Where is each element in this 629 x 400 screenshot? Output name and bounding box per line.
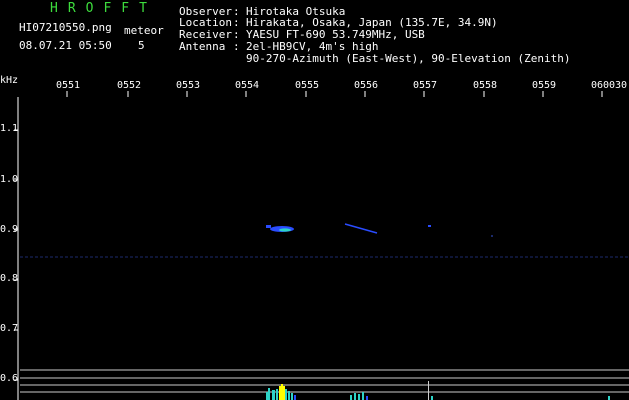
level-bar (285, 389, 287, 400)
level-bar (272, 390, 275, 400)
signal-level-bars (266, 381, 610, 400)
level-bar (608, 396, 610, 400)
meteor-echoes (266, 223, 493, 237)
level-bar (281, 384, 283, 400)
meteor-echo-dot (491, 235, 493, 237)
spectrogram-plot (14, 91, 629, 400)
level-bar (362, 392, 364, 400)
meteor-echo-head (266, 225, 271, 228)
meteor-echo-core (279, 228, 291, 232)
level-bar (283, 386, 285, 400)
level-bar (358, 394, 360, 400)
level-bar (266, 392, 268, 400)
level-bar (366, 396, 368, 400)
level-bar (428, 381, 429, 400)
meteor-echo-trail (344, 223, 378, 234)
meteor-echo-dot (428, 225, 431, 227)
freq-axis-ticks (14, 129, 18, 381)
level-bar (291, 393, 293, 400)
level-bar (279, 386, 281, 400)
level-bar (431, 396, 433, 400)
level-lines (20, 369, 629, 393)
level-bar (276, 389, 278, 400)
level-bar (350, 395, 352, 400)
time-axis-ticks (66, 91, 603, 97)
level-bar (354, 393, 356, 400)
level-bar (294, 395, 296, 400)
level-bar (268, 388, 270, 400)
level-bar (288, 391, 290, 400)
